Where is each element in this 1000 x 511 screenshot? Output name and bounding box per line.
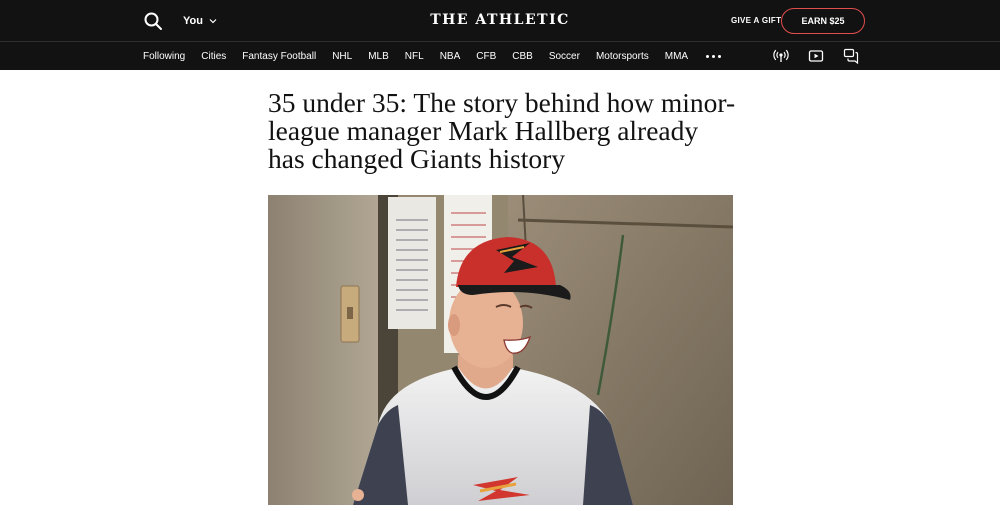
- nav-item-cities[interactable]: Cities: [201, 51, 226, 62]
- comments-button[interactable]: [843, 48, 859, 65]
- nav-item-nfl[interactable]: NFL: [405, 51, 424, 62]
- podcast-icon: [773, 49, 789, 62]
- article-headline: 35 under 35: The story behind how minor-…: [268, 87, 736, 174]
- nav-item-following[interactable]: Following: [143, 51, 185, 62]
- comments-icon: [843, 48, 859, 65]
- nav-item-motorsports[interactable]: Motorsports: [596, 51, 649, 62]
- nav-item-nhl[interactable]: NHL: [332, 51, 352, 62]
- more-icon[interactable]: [706, 54, 722, 58]
- top-bar: You THE ATHLETIC GIVE A GIFT EARN $25: [0, 0, 1000, 41]
- podcast-button[interactable]: [773, 48, 789, 64]
- section-nav: Following Cities Fantasy Football NHL ML…: [0, 41, 1000, 70]
- nav-item-mlb[interactable]: MLB: [368, 51, 389, 62]
- nav-item-fantasy-football[interactable]: Fantasy Football: [242, 51, 316, 62]
- give-gift-link[interactable]: GIVE A GIFT: [731, 16, 781, 25]
- earn-button[interactable]: EARN $25: [781, 8, 865, 34]
- nav-item-cfb[interactable]: CFB: [476, 51, 496, 62]
- nav-item-mma[interactable]: MMA: [665, 51, 688, 62]
- video-button[interactable]: [808, 48, 824, 64]
- section-nav-items: Following Cities Fantasy Football NHL ML…: [143, 42, 722, 70]
- video-icon: [808, 50, 824, 62]
- hero-image: [268, 195, 733, 505]
- nav-item-nba[interactable]: NBA: [440, 51, 461, 62]
- nav-item-soccer[interactable]: Soccer: [549, 51, 580, 62]
- nav-item-cbb[interactable]: CBB: [512, 51, 533, 62]
